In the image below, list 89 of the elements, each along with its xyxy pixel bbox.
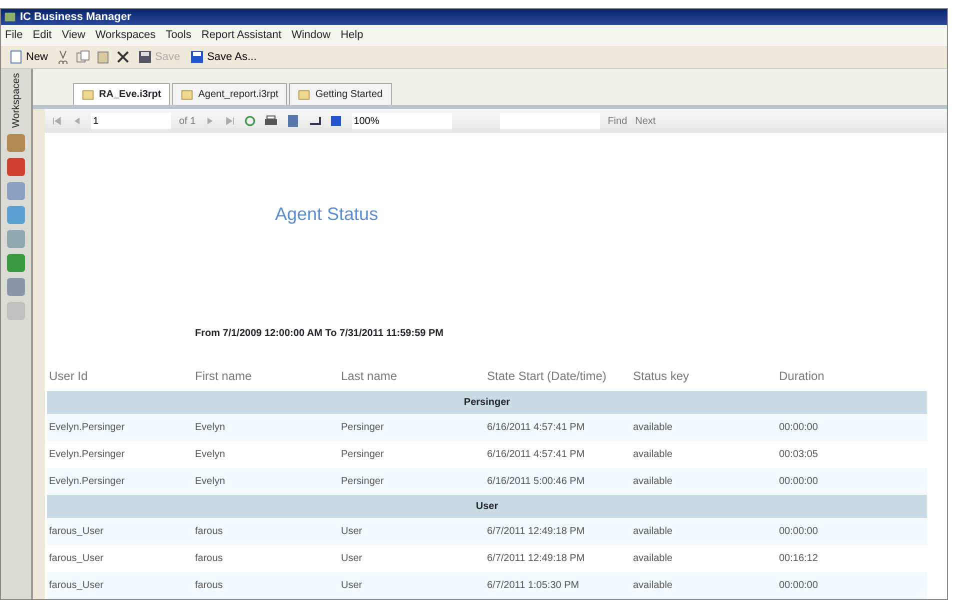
table-cell-text: Evelyn.Persinger <box>49 448 126 462</box>
table-cell-text: available <box>633 552 674 566</box>
table-cell-text: 6/7/2011 12:49:18 PM <box>487 525 586 539</box>
table-cell-text: Evelyn <box>195 475 226 489</box>
copy-icon <box>76 50 90 64</box>
column-header: Status key <box>633 368 690 385</box>
table-cell-text: farous_User <box>49 552 104 566</box>
column-header: First name <box>195 368 253 385</box>
table-cell-text: available <box>633 525 674 539</box>
report-icon <box>181 88 194 100</box>
report-icon <box>298 88 310 100</box>
table-cell-text: available <box>633 421 674 435</box>
table-cell-text: farous <box>195 525 224 539</box>
table-cell-text: Persinger <box>341 475 385 489</box>
sidebar-tool-icon[interactable] <box>7 182 25 200</box>
menu-item[interactable]: Report Assistant <box>201 27 282 44</box>
table-cell-text: 00:00:00 <box>779 475 819 489</box>
toolbar-button[interactable]: New <box>7 48 50 66</box>
table-cell-text: User <box>341 579 364 593</box>
report-icon <box>82 88 94 100</box>
table-cell-text: 6/7/2011 12:49:18 PM <box>487 552 586 566</box>
sidebar-title[interactable]: Workspaces <box>8 73 24 128</box>
table-cell-text: available <box>633 579 674 593</box>
app-icon <box>4 11 16 23</box>
next-link[interactable]: Next <box>635 114 656 128</box>
table-cell-text: 00:00:00 <box>779 421 819 435</box>
table-cell-text: User <box>341 552 364 566</box>
last-page-icon <box>224 115 236 127</box>
sidebar-tool-icon[interactable] <box>7 134 25 152</box>
menu-item[interactable]: Tools <box>166 27 192 44</box>
window-title: IC Business Manager <box>20 10 132 25</box>
menu-item[interactable]: View <box>62 27 86 44</box>
table-cell-text: 6/16/2011 4:57:41 PM <box>487 448 586 462</box>
table-cell-text: Persinger <box>341 448 385 462</box>
menu-item[interactable]: File <box>5 27 23 44</box>
page-icon <box>286 114 300 128</box>
column-header: User Id <box>49 368 89 385</box>
tab-label: Agent_report.i3rpt <box>198 88 278 102</box>
menu-item[interactable]: Workspaces <box>95 27 156 44</box>
table-cell-text: Evelyn <box>195 421 226 435</box>
table-cell-text: 00:03:05 <box>779 448 819 462</box>
tab-label: Getting Started <box>315 88 383 102</box>
tab-label: RA_Eve.i3rpt <box>99 88 162 102</box>
page-number-field[interactable]: 1 <box>91 113 171 129</box>
find-link[interactable]: Find <box>608 114 628 128</box>
sidebar-tool-icon[interactable] <box>7 206 25 224</box>
table-cell-text: available <box>633 448 674 462</box>
refresh-icon <box>244 115 256 127</box>
table-cell-text: 6/16/2011 5:00:46 PM <box>487 475 586 489</box>
sidebar-tool-icon[interactable] <box>7 254 25 272</box>
table-cell-text: Evelyn.Persinger <box>49 421 126 435</box>
print-icon <box>264 114 278 128</box>
column-header: Duration <box>779 368 826 385</box>
search-field[interactable] <box>500 113 600 129</box>
table-cell-text: farous <box>195 579 224 593</box>
table-cell-text: User <box>341 525 364 539</box>
page-count: of 1 <box>179 114 196 128</box>
sidebar-tool-icon[interactable] <box>7 278 25 296</box>
group-header: User <box>47 495 927 518</box>
table-cell-text: 6/7/2011 1:05:30 PM <box>487 579 580 593</box>
document-tab[interactable]: Getting Started <box>289 83 392 105</box>
group-header: Persinger <box>47 391 927 414</box>
menu-item[interactable]: Window <box>291 27 331 44</box>
toolbar-button[interactable]: Save As... <box>188 48 259 66</box>
table-cell-text: Persinger <box>341 421 385 435</box>
document-tab[interactable]: RA_Eve.i3rpt <box>73 83 170 105</box>
column-header: Last name <box>341 368 398 385</box>
menu-item[interactable]: Edit <box>32 27 52 44</box>
table-cell-text: 00:00:00 <box>779 579 819 593</box>
table-cell-text: Evelyn.Persinger <box>49 475 126 489</box>
first-page-icon <box>51 115 63 127</box>
column-header: State Start (Date/time) <box>487 368 608 385</box>
table-cell-text: 6/16/2011 4:57:41 PM <box>487 421 586 435</box>
table-cell-text: farous_User <box>49 525 104 539</box>
date-range: From 7/1/2009 12:00:00 AM To 7/31/2011 11:59:59 PM <box>195 327 444 341</box>
table-cell-text: available <box>633 475 674 489</box>
table-cell-text: 00:16:12 <box>779 552 819 566</box>
sidebar-tool-icon[interactable] <box>7 230 25 248</box>
table-cell-text: 00:00:00 <box>779 525 819 539</box>
document-tab[interactable]: Agent_report.i3rpt <box>172 83 288 105</box>
document-icon <box>9 50 23 64</box>
table-cell-text: farous <box>195 552 224 566</box>
zoom-field[interactable]: 100% <box>352 113 452 129</box>
table-cell-text: Evelyn <box>195 448 226 462</box>
sidebar-tool-icon[interactable] <box>7 158 25 176</box>
table-cell-text: farous_User <box>49 579 104 593</box>
delete-icon <box>116 50 130 64</box>
menu-item[interactable]: Help <box>340 27 364 44</box>
report-title: Agent Status <box>275 203 380 226</box>
